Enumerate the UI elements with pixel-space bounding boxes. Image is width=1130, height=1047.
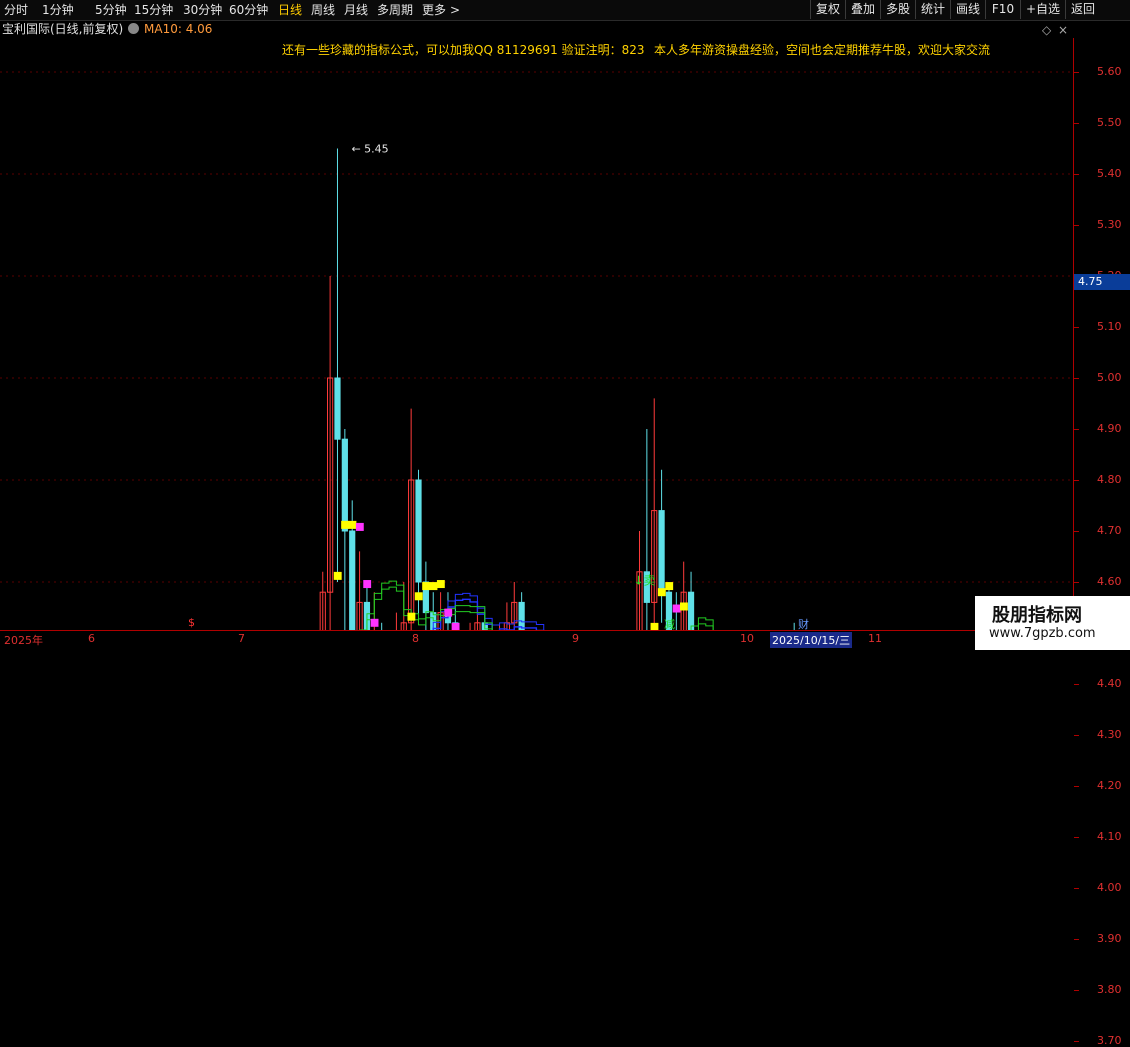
- ma10-upper-step-line: [359, 580, 714, 630]
- trend-ribbon-segment: [414, 592, 423, 601]
- price-tick-label: 4.20: [1097, 779, 1122, 792]
- trend-ribbon-segment: [680, 602, 688, 611]
- event-marker[interactable]: $: [188, 616, 195, 629]
- price-tick-label: 5.50: [1097, 116, 1122, 129]
- candle-body: [687, 591, 695, 630]
- trend-ribbon-segment: [370, 618, 379, 627]
- date-tick-label: 8: [412, 632, 419, 645]
- current-price-tag: 4.75: [1074, 274, 1130, 290]
- price-tick-label: 3.90: [1097, 932, 1122, 945]
- price-tick-mark: [1074, 225, 1079, 226]
- price-tick-label: 4.30: [1097, 728, 1122, 741]
- date-tick-label: 6: [88, 632, 95, 645]
- trend-ribbon-segment: [650, 622, 659, 630]
- high-price-label: ← 5.45: [351, 143, 388, 156]
- candlestick-chart[interactable]: ← 5.45← 3.71↑买↑买↑买↑买↑买↑买↑买↑买立刻出击立刻出击立刻出击…: [0, 0, 1073, 630]
- trend-ribbon-segment: [355, 522, 364, 531]
- watermark-url: www.7gpzb.com: [989, 626, 1096, 641]
- price-tick-label: 5.60: [1097, 65, 1122, 78]
- candle-body: [658, 510, 665, 593]
- price-tick-mark: [1074, 123, 1079, 124]
- trend-ribbon-segment: [451, 622, 460, 630]
- price-tick-label: 3.70: [1097, 1034, 1122, 1047]
- price-tick-mark: [1074, 786, 1079, 787]
- price-tick-mark: [1074, 735, 1079, 736]
- price-tick-mark: [1074, 378, 1079, 379]
- date-tick-label: 2025年: [4, 634, 43, 647]
- date-tick-label: 9: [572, 632, 579, 645]
- trend-ribbon-segment: [657, 588, 666, 597]
- trend-ribbon-segment: [363, 580, 372, 589]
- price-tick-label: 5.00: [1097, 371, 1122, 384]
- date-tick-label: 10: [740, 632, 754, 645]
- price-tick-mark: [1074, 480, 1079, 481]
- price-tick-mark: [1074, 837, 1079, 838]
- price-tick-mark: [1074, 684, 1079, 685]
- ma20-step-line: [432, 598, 545, 630]
- price-tick-mark: [1074, 582, 1079, 583]
- price-tick-mark: [1074, 174, 1079, 175]
- price-tick-mark: [1074, 1041, 1079, 1042]
- price-tick-label: 4.70: [1097, 524, 1122, 537]
- trend-ribbon-segment: [444, 608, 453, 617]
- trend-ribbon-segment: [436, 580, 445, 589]
- date-axis: [0, 630, 1130, 651]
- candle-body: [415, 479, 422, 583]
- price-tick-mark: [1074, 327, 1079, 328]
- price-tick-mark: [1074, 888, 1079, 889]
- date-tick-label: 2025/10/15/三: [770, 632, 853, 648]
- price-tick-label: 4.10: [1097, 830, 1122, 843]
- price-tick-label: 4.90: [1097, 422, 1122, 435]
- trend-ribbon-segment: [348, 520, 357, 529]
- price-tick-label: 4.40: [1097, 677, 1122, 690]
- trend-ribbon-segment: [665, 582, 674, 591]
- watermark-title: 股朋指标网: [992, 605, 1082, 626]
- event-marker[interactable]: 减: [664, 616, 675, 632]
- price-tick-label: 5.40: [1097, 167, 1122, 180]
- price-tick-mark: [1074, 429, 1079, 430]
- trend-ribbon-segment: [672, 604, 681, 613]
- candle-body: [341, 438, 348, 532]
- sell-signal: ↓卖: [633, 573, 655, 587]
- date-tick-label: 11: [868, 632, 882, 645]
- price-tick-label: 3.80: [1097, 983, 1122, 996]
- trend-ribbon-segment: [429, 582, 438, 591]
- candle-body: [334, 377, 341, 440]
- trend-ribbon-segment: [341, 520, 350, 529]
- price-tick-mark: [1074, 72, 1079, 73]
- price-tick-label: 5.30: [1097, 218, 1122, 231]
- price-tick-label: 4.60: [1097, 575, 1122, 588]
- price-tick-mark: [1074, 939, 1079, 940]
- candle-body: [518, 601, 525, 630]
- price-tick-mark: [1074, 990, 1079, 991]
- date-tick-label: 7: [238, 632, 245, 645]
- event-marker[interactable]: 财: [798, 616, 809, 632]
- price-tick-label: 4.00: [1097, 881, 1122, 894]
- trend-ribbon-segment: [333, 571, 342, 580]
- price-tick-mark: [1074, 531, 1079, 532]
- ma20-upper-step-line: [432, 592, 545, 630]
- trend-ribbon-segment: [407, 612, 416, 621]
- trend-ribbon-segment: [422, 582, 431, 591]
- price-tick-label: 4.80: [1097, 473, 1122, 486]
- candle-body: [349, 530, 356, 630]
- price-tick-label: 5.10: [1097, 320, 1122, 333]
- ma10-step-line: [366, 586, 714, 630]
